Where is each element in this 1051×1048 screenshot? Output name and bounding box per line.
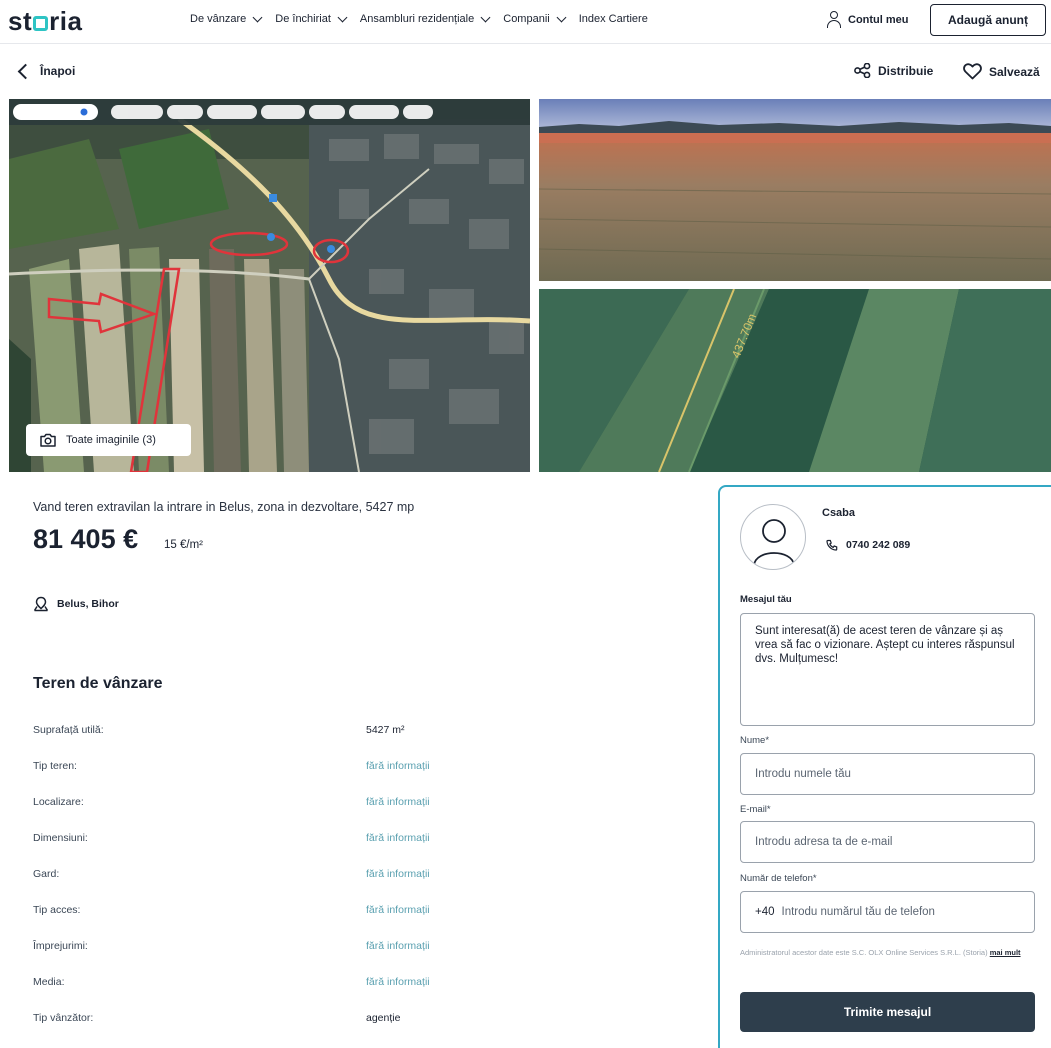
email-label: E-mail* (740, 804, 771, 815)
detail-value: fără informații (366, 940, 430, 952)
logo-square-icon (33, 16, 49, 31)
save-label: Salvează (989, 64, 1040, 79)
detail-row: Tip acces: fără informații (33, 902, 673, 938)
detail-label: Media: (33, 976, 65, 988)
detail-value: 5427 m² (366, 724, 405, 736)
storia-logo[interactable]: st ria (8, 6, 82, 37)
detail-label: Localizare: (33, 796, 84, 808)
message-label: Mesajul tău (740, 594, 792, 605)
nav-label: Ansambluri rezidențiale (359, 13, 475, 25)
send-message-button[interactable]: Trimite mesajul (740, 992, 1035, 1032)
top-header: st ria De vânzare De închiriat Ansambluri… (0, 0, 1051, 44)
camera-icon (40, 433, 56, 447)
chevron-down-icon (337, 12, 348, 22)
nav-label: De închiriat (275, 13, 331, 25)
disclaimer-text: Administratorul acestor date este S.C. O… (740, 948, 988, 957)
gallery-satellite-photo[interactable]: 437.70m (539, 289, 1051, 472)
detail-label: Tip vânzător: (33, 1012, 94, 1024)
share-label: Distribuie (878, 63, 934, 78)
details-table: Suprafață utilă: 5427 m² Tip teren: fără i… (33, 722, 673, 1046)
phone-placeholder: Introdu numărul tău de telefon (781, 906, 935, 918)
detail-row: Tip teren: fără informații (33, 758, 673, 794)
detail-value: agenție (366, 1012, 401, 1024)
listing-location[interactable]: Belus, Bihor (33, 596, 119, 612)
phone-icon (826, 539, 838, 551)
detail-value: fără informații (366, 976, 430, 988)
phone-number: 0740 242 089 (846, 539, 911, 551)
agent-avatar (740, 504, 806, 570)
detail-value: fără informații (366, 796, 430, 808)
disclaimer-more-link[interactable]: mai mult (990, 948, 1021, 957)
detail-label: Suprafață utilă: (33, 724, 104, 736)
agent-phone[interactable]: 0740 242 089 (826, 539, 910, 551)
chevron-down-icon (252, 12, 263, 22)
message-textarea[interactable]: Sunt interesat(ă) de acest teren de vânz… (740, 613, 1035, 726)
listing-title: Vand teren extravilan la intrare in Belu… (33, 500, 415, 514)
user-icon (826, 11, 842, 29)
account-link[interactable]: Contul meu (826, 11, 909, 29)
back-link[interactable]: Înapoi (17, 63, 76, 79)
email-field[interactable]: Introdu adresa ta de e-mail (740, 821, 1035, 863)
detail-label: Tip acces: (33, 904, 81, 916)
name-label: Nume* (740, 735, 770, 746)
detail-row: Dimensiuni: fără informații (33, 830, 673, 866)
nav-index-cartiere[interactable]: Index Cartiere (579, 13, 648, 25)
detail-value: fără informații (366, 904, 430, 916)
chevron-down-icon (556, 12, 567, 22)
detail-value: fără informații (366, 760, 430, 772)
data-disclaimer: Administratorul acestor date este S.C. O… (740, 948, 1030, 958)
all-images-button[interactable]: Toate imaginile (3) (26, 424, 191, 456)
gallery-main-image[interactable]: Toate imaginile (3) (9, 99, 530, 472)
logo-text-end: ria (49, 6, 83, 36)
main-nav: De vânzare De închiriat Ansambluri rezid… (190, 12, 648, 25)
detail-label: Împrejurimi: (33, 940, 88, 952)
share-button[interactable]: Distribuie (854, 63, 933, 78)
detail-row: Suprafață utilă: 5427 m² (33, 722, 673, 758)
details-section-title: Teren de vânzare (33, 675, 163, 692)
nav-ansambluri[interactable]: Ansambluri rezidențiale (359, 12, 491, 25)
gallery-field-photo[interactable] (539, 99, 1051, 281)
listing-price: 81 405 € (33, 524, 139, 554)
phone-field[interactable]: +40 Introdu numărul tău de telefon (740, 891, 1035, 933)
heart-icon (963, 63, 982, 80)
nav-de-vanzare[interactable]: De vânzare (190, 12, 263, 25)
logo-text-start: st (8, 6, 33, 36)
avatar-person-icon (753, 519, 795, 566)
add-ad-button[interactable]: Adaugă anunț (930, 4, 1046, 36)
phone-prefix: +40 (755, 906, 775, 918)
detail-value: fără informații (366, 832, 430, 844)
detail-label: Gard: (33, 868, 60, 880)
detail-row: Împrejurimi: fără informații (33, 938, 673, 974)
share-icon (854, 63, 871, 78)
agent-name: Csaba (822, 507, 856, 519)
name-field[interactable]: Introdu numele tău (740, 753, 1035, 795)
detail-row: Gard: fără informații (33, 866, 673, 902)
location-label: Belus, Bihor (57, 598, 119, 610)
detail-row: Localizare: fără informații (33, 794, 673, 830)
nav-label: De vânzare (190, 13, 247, 25)
detail-row: Media: fără informații (33, 974, 673, 1010)
chevron-left-icon (17, 63, 34, 79)
account-label: Contul meu (848, 14, 909, 26)
name-placeholder: Introdu numele tău (755, 768, 851, 780)
detail-row: Tip vânzător: agenție (33, 1010, 673, 1046)
detail-value: fără informații (366, 868, 430, 880)
save-button[interactable]: Salvează (963, 63, 1040, 80)
detail-label: Tip teren: (33, 760, 77, 772)
map-pin-icon (33, 596, 49, 612)
price-per-sqm: 15 €/m² (164, 539, 203, 551)
chevron-down-icon (480, 12, 491, 22)
email-placeholder: Introdu adresa ta de e-mail (755, 836, 893, 848)
satellite-measure-image: 437.70m (539, 289, 1051, 472)
nav-de-inchiriat[interactable]: De închiriat (275, 12, 348, 25)
back-label: Înapoi (40, 64, 76, 78)
nav-companii[interactable]: Companii (503, 12, 567, 25)
nav-label: Companii (503, 13, 550, 25)
all-images-label: Toate imaginile (3) (66, 434, 156, 446)
detail-label: Dimensiuni: (33, 832, 88, 844)
aerial-map-image (9, 99, 530, 472)
nav-label: Index Cartiere (578, 13, 648, 25)
phone-field-label: Număr de telefon* (740, 873, 817, 884)
field-photo-image (539, 99, 1051, 281)
